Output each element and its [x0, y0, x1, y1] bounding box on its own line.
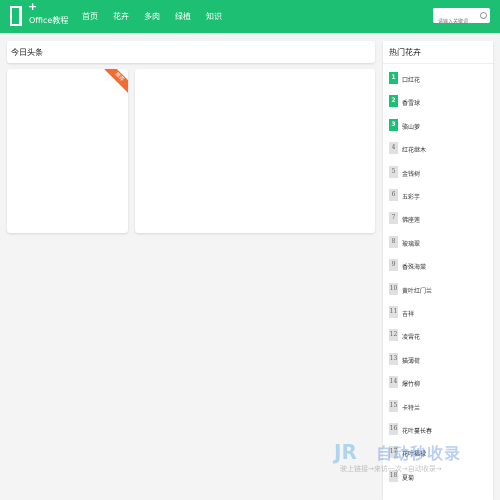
hot-item-label[interactable]: 玻璃翠 [402, 239, 420, 248]
headline-card-small[interactable]: 推荐 [7, 69, 128, 233]
nav-item-green-plants[interactable]: 绿植 [175, 11, 191, 22]
nav-item-flowers[interactable]: 花卉 [113, 11, 129, 22]
hot-item-label[interactable]: 吉祥 [402, 309, 414, 318]
office-logo-icon [10, 6, 22, 26]
hot-item-label[interactable]: 花叶蔓长春 [402, 426, 432, 435]
rank-badge: 18 [389, 469, 398, 482]
search-icon[interactable] [480, 12, 487, 19]
hot-item-label[interactable]: 花叶福禄 [402, 449, 426, 458]
rank-badge: 2 [389, 95, 398, 108]
hot-flowers-sidebar: 热门花卉 1 口红花 2 香雪球 3 骆山萝 4 红花继木 5 金钱树 6 五彩芋 7 佛座莲 8 玻璃翠 9 香… [383, 41, 493, 500]
hot-item-label[interactable]: 金钱树 [402, 169, 420, 178]
recommend-ribbon: 推荐 [100, 69, 128, 97]
section-title: 今日头条 [11, 48, 43, 57]
rank-badge: 10 [389, 282, 398, 295]
search-input[interactable] [433, 14, 484, 30]
hot-item-label[interactable]: 猫薄荷 [402, 356, 420, 365]
rank-badge: 12 [389, 329, 398, 342]
rank-badge: 9 [389, 259, 398, 272]
nav-item-knowledge[interactable]: 知识 [206, 11, 222, 22]
hot-item-label[interactable]: 凌霄花 [402, 332, 420, 341]
watermark-logo: JR [334, 440, 357, 464]
top-navbar: + Office教程 首页 花卉 多肉 绿植 知识 [0, 0, 500, 33]
rank-badge: 5 [389, 165, 398, 178]
rank-badge: 14 [389, 376, 398, 389]
hot-item-label[interactable]: 红花继木 [402, 145, 426, 154]
section-header: 今日头条 [7, 41, 375, 63]
hot-item-label[interactable]: 口红花 [402, 75, 420, 84]
divider [383, 63, 493, 64]
site-logo[interactable]: + Office教程 [10, 0, 80, 30]
search-box [433, 8, 490, 30]
rank-badge: 15 [389, 399, 398, 412]
rank-badge: 17 [389, 446, 398, 459]
hot-item-label[interactable]: 爆竹柳 [402, 379, 420, 388]
headline-card-large[interactable] [135, 69, 375, 233]
plus-icon: + [28, 0, 38, 13]
rank-badge: 3 [389, 118, 398, 131]
hot-item-label[interactable]: 夏菊 [402, 473, 414, 482]
rank-badge: 4 [389, 142, 398, 155]
rank-badge: 6 [389, 189, 398, 201]
hot-item-label[interactable]: 黄叶红门兰 [402, 286, 432, 295]
nav-item-succulents[interactable]: 多肉 [144, 11, 160, 22]
logo-text: Office教程 [29, 16, 69, 25]
rank-badge: 1 [389, 72, 398, 84]
rank-badge: 7 [389, 212, 398, 225]
hot-item-label[interactable]: 香殊海棠 [402, 262, 426, 271]
sidebar-title: 热门花卉 [389, 48, 421, 57]
hot-item-label[interactable]: 佛座莲 [402, 215, 420, 224]
rank-badge: 16 [389, 423, 398, 435]
rank-badge: 13 [389, 352, 398, 365]
rank-badge: 11 [389, 306, 398, 318]
hot-item-label[interactable]: 骆山萝 [402, 122, 420, 131]
rank-badge: 8 [389, 235, 398, 248]
hot-item-label[interactable]: 五彩芋 [402, 192, 420, 201]
main-nav: 首页 花卉 多肉 绿植 知识 [82, 11, 237, 22]
hot-item-label[interactable]: 卡特兰 [402, 403, 420, 412]
hot-item-label[interactable]: 香雪球 [402, 98, 420, 107]
nav-item-home[interactable]: 首页 [82, 11, 98, 22]
